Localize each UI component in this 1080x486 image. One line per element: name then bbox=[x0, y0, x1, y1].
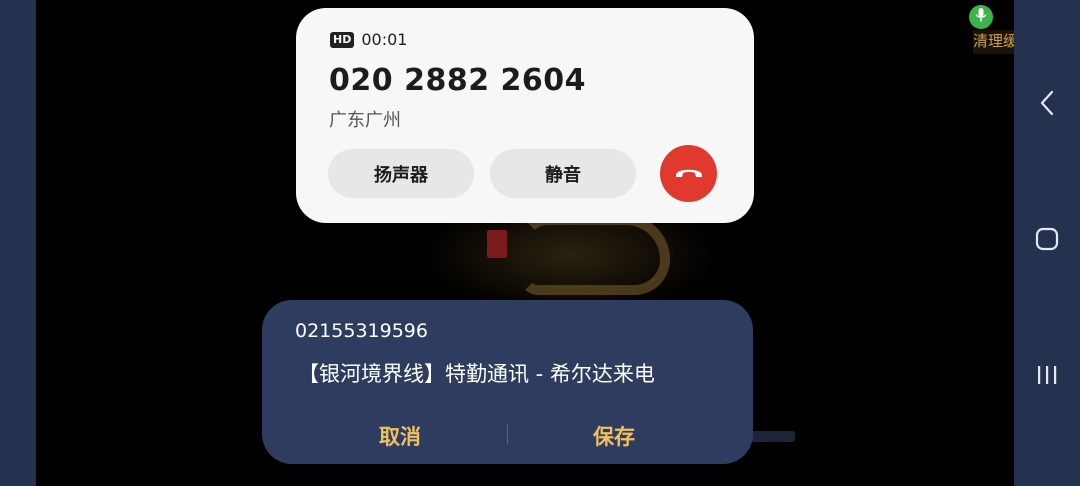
caller-id-number: 02155319596 bbox=[295, 320, 428, 342]
call-timer: 00:01 bbox=[361, 30, 408, 49]
hd-voice-badge: HD bbox=[330, 31, 355, 48]
back-icon bbox=[1039, 90, 1055, 120]
call-status-row: HD 00:01 bbox=[330, 30, 407, 49]
system-navigation-bar bbox=[1014, 0, 1080, 486]
call-number: 020 2882 2604 bbox=[329, 63, 587, 98]
save-button[interactable]: 保存 bbox=[562, 418, 666, 454]
dialog-button-divider bbox=[507, 424, 508, 444]
clean-widget-label[interactable]: 清理缓 bbox=[973, 30, 1015, 54]
recents-button[interactable] bbox=[1014, 352, 1080, 402]
voice-assistant-button[interactable] bbox=[969, 5, 993, 29]
caller-id-description: 【银河境界线】特勤通讯 - 希尔达来电 bbox=[298, 362, 655, 386]
recents-icon bbox=[1035, 363, 1059, 391]
hangup-button[interactable] bbox=[660, 145, 717, 202]
speaker-button[interactable]: 扬声器 bbox=[328, 149, 474, 198]
phone-hangup-icon bbox=[674, 165, 704, 182]
cancel-button[interactable]: 取消 bbox=[348, 418, 452, 454]
incall-card: HD 00:01 020 2882 2604 广东广州 扬声器 静音 bbox=[296, 8, 754, 223]
call-location: 广东广州 bbox=[329, 110, 401, 131]
microphone-icon bbox=[975, 7, 987, 27]
artwork-brush-stroke bbox=[520, 215, 670, 295]
screen: 21:14M/143.2M HD 00:01 020 2882 2604 广东广… bbox=[0, 0, 1080, 486]
artwork-seal bbox=[487, 230, 507, 258]
back-button[interactable] bbox=[1014, 80, 1080, 130]
home-button[interactable] bbox=[1014, 216, 1080, 266]
caller-id-dialog: 02155319596 【银河境界线】特勤通讯 - 希尔达来电 取消 保存 bbox=[262, 300, 753, 464]
mute-button[interactable]: 静音 bbox=[490, 149, 636, 198]
home-icon bbox=[1035, 227, 1059, 255]
left-edge-bar bbox=[0, 0, 36, 486]
